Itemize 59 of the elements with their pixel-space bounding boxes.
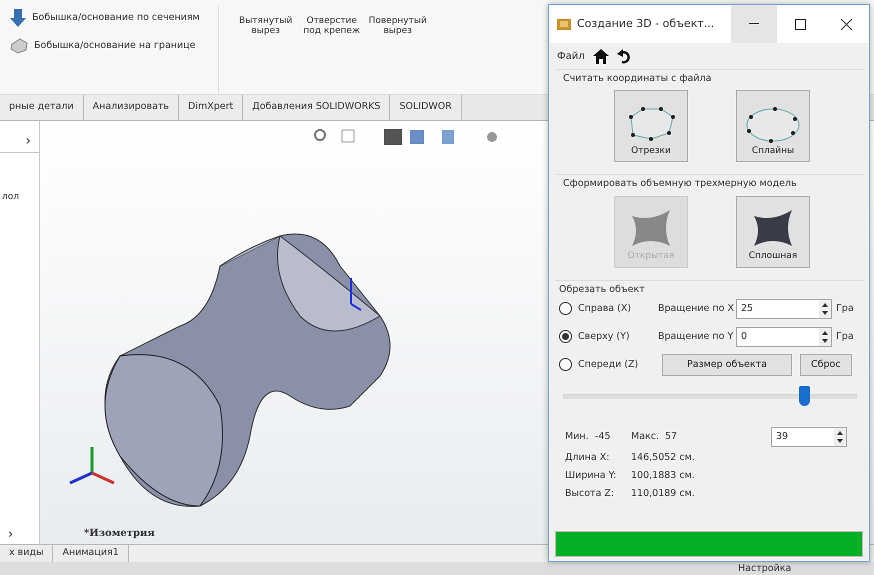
unit-label: Гра [836,330,854,344]
spin-arrows-icon[interactable] [819,328,831,346]
radio-button[interactable] [559,358,572,372]
rotation-label: Вращение по Y [658,330,734,344]
tool-button[interactable]: Вытянутый вырез [234,6,297,94]
group-title: Сформировать объемную трехмерную модель [563,177,798,192]
rotation-spinner[interactable]: 25 [736,298,832,319]
dimension-value: 146,5052 см. [631,450,695,465]
radio-button[interactable] [559,330,572,344]
close-icon[interactable] [840,18,852,30]
view-name: *Изометрия [84,527,155,541]
tool-button[interactable]: Отверстие под крепеж [300,6,363,94]
dimension-label: Длина X: [565,450,610,465]
maximize-icon[interactable] [794,18,806,30]
min-value: -45 [595,430,612,444]
tool-button[interactable]: Повернутый вырез [366,6,429,94]
radio-label[interactable]: Сверху (Y) [578,330,658,344]
dimension-label: Высота Z: [565,487,616,502]
ribbon-tab[interactable]: DimXpert [179,95,244,120]
window-title: Создание 3D - объект... [577,16,716,32]
dimension-value: 100,1883 см. [631,469,695,483]
rotation-spinner[interactable]: 0 [736,326,832,347]
image-button[interactable]: Сплайны [736,90,810,162]
home-icon[interactable] [592,48,609,64]
spin-arrows-icon[interactable] [819,300,831,318]
dimension-label: Ширина Y: [565,469,618,483]
undo-icon[interactable] [616,48,631,64]
app-icon [557,18,571,30]
feature-label[interactable]: Бобышка/основание по сечениям [32,10,200,26]
boundary-icon[interactable] [10,38,28,54]
unit-label: Гра [836,302,854,316]
image-button[interactable]: Сплошная [736,196,810,268]
menu-item[interactable]: Файл [557,48,585,64]
section-label: лол [1,191,20,204]
status-text: Настройка [738,563,792,574]
feature-label[interactable]: Бобышка/основание на границе [34,38,196,54]
group-title: Обрезать объект [559,282,646,296]
value-spinner[interactable]: 39 [771,426,847,447]
minimize-icon[interactable] [749,23,759,25]
ribbon-tab[interactable]: SOLIDWOR [390,95,462,120]
collapse-arrow[interactable]: › [0,524,39,544]
spin-arrows-icon[interactable] [834,428,846,446]
ribbon-tab[interactable]: Анализировать [84,95,180,120]
slider-thumb[interactable] [799,386,810,406]
radio-button[interactable] [559,302,572,316]
ribbon-tab[interactable]: Добавления SOLIDWORKS [243,95,390,120]
dimension-value: 110,0189 см. [631,487,695,502]
group-title: Считать координаты с файла [563,72,712,86]
radio-label[interactable]: Справа (X) [578,302,658,316]
reset-button[interactable]: Сброс [800,354,852,376]
image-button[interactable]: Отрезки [614,90,688,162]
max-value: 57 [665,430,678,444]
ribbon-tab[interactable]: рные детали [0,95,84,120]
min-label: Мин. [565,430,590,444]
rotation-label: Вращение по X [658,302,735,316]
max-label: Макс. [631,430,660,444]
radio-label[interactable]: Спереди (Z) [578,358,658,372]
loft-icon[interactable] [10,9,26,27]
size-button[interactable]: Размер объекта [662,354,792,376]
